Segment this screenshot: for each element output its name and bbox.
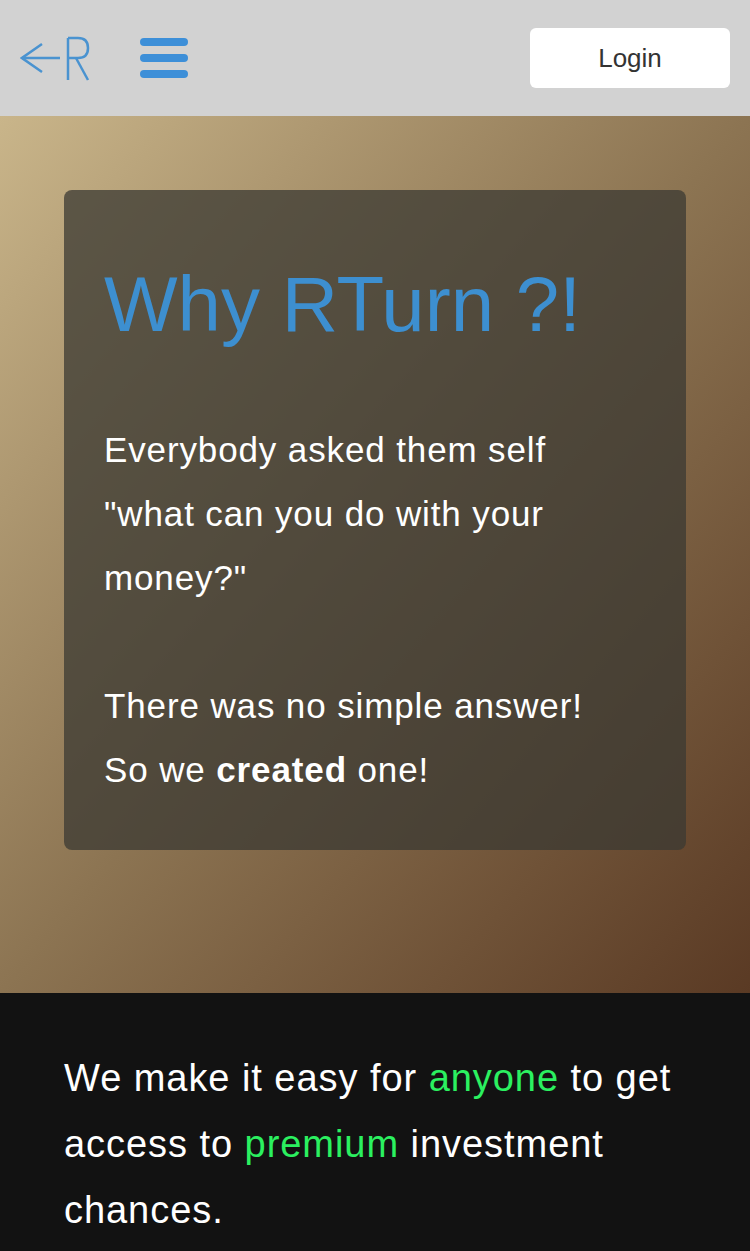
menu-icon[interactable]: [140, 38, 188, 78]
highlight-word: anyone: [429, 1057, 559, 1099]
text-run: We make it easy for: [64, 1057, 429, 1099]
tagline-section: We make it easy for anyone to get access…: [0, 993, 750, 1251]
hero-title: Why RTurn ?!: [104, 262, 646, 348]
text-run: one!: [347, 750, 429, 789]
text-run: So we: [104, 750, 216, 789]
hero-paragraph: Everybody asked them self "what can you …: [104, 418, 646, 610]
login-button[interactable]: Login: [530, 28, 730, 88]
highlight-word: premium: [245, 1123, 399, 1165]
hero-card: Why RTurn ?! Everybody asked them self "…: [64, 190, 686, 850]
hero: Why RTurn ?! Everybody asked them self "…: [0, 116, 750, 993]
logo-icon[interactable]: [20, 32, 90, 84]
hero-paragraph: So we created one!: [104, 738, 646, 802]
text-run: created: [216, 750, 347, 789]
top-bar: Login: [0, 0, 750, 116]
tagline: We make it easy for anyone to get access…: [64, 1045, 686, 1243]
hero-paragraph: There was no simple answer!: [104, 674, 646, 738]
